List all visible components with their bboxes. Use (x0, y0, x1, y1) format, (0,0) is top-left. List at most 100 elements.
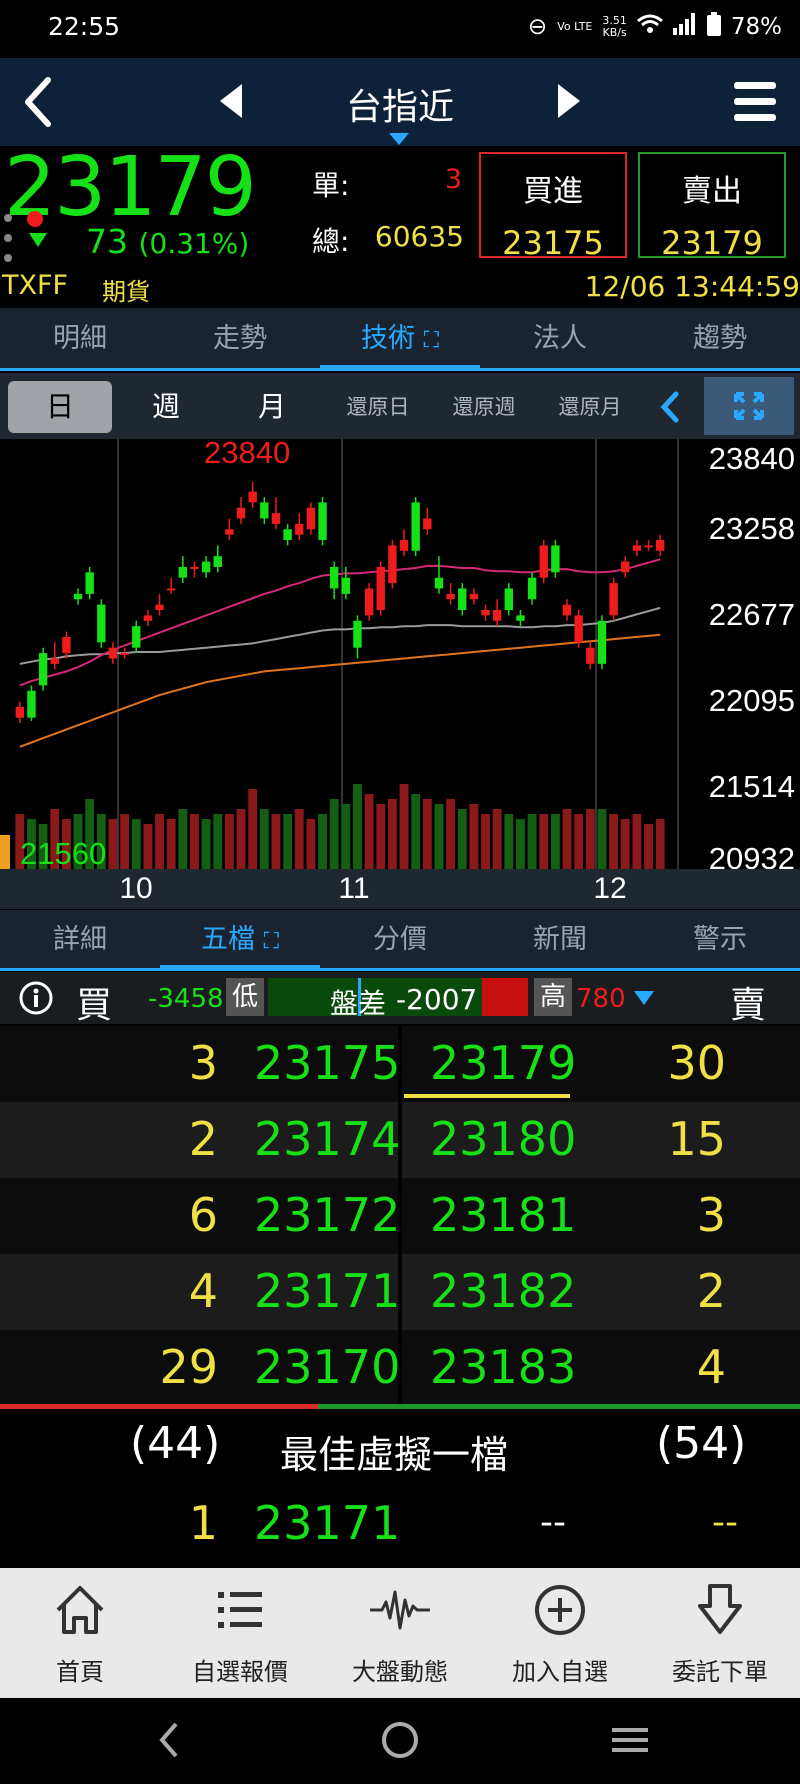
net-speed-unit: KB/s (602, 26, 627, 39)
candle-body (411, 502, 420, 551)
info-icon[interactable] (18, 980, 54, 1020)
candle-body (295, 523, 304, 535)
period-restored-month[interactable]: 還原月 (538, 381, 642, 433)
bid-price: 23172 (254, 1188, 401, 1242)
candle-body (143, 615, 153, 621)
wifi-icon (636, 14, 663, 40)
totals-row: (44) 最佳虛擬一檔 (54) (0, 1410, 800, 1482)
quote-datetime: 12/06 13:44:59 (584, 270, 800, 303)
tab-technical[interactable]: 技術 ⛶ (320, 308, 480, 370)
volume-bar (574, 814, 584, 869)
tab-info[interactable]: 詳細 (0, 910, 160, 970)
down-arrow-icon (29, 232, 47, 251)
menu-button[interactable] (734, 80, 776, 128)
buy-button[interactable]: 買進 23175 (479, 152, 627, 262)
candle-body (329, 566, 339, 589)
candle-body (551, 545, 560, 573)
tab-tendency[interactable]: 趨勢 (640, 308, 800, 370)
change-value: 73 (86, 222, 128, 261)
tab-institutional[interactable]: 法人 (480, 308, 640, 370)
volume-bar (364, 794, 374, 869)
volume-bar (469, 804, 479, 869)
tab-detail[interactable]: 明細 (0, 308, 160, 370)
sell-side-label: 賣 (730, 985, 767, 1026)
volume-bar (318, 814, 327, 869)
total-label: 總: (312, 225, 350, 258)
candle-body (609, 583, 618, 616)
tab-news[interactable]: 新聞 (480, 910, 640, 970)
virtual-sell-qty: -- (712, 1502, 738, 1543)
nav-add-watch-label: 加入自選 (512, 1658, 608, 1686)
tab-trend[interactable]: 走勢 (160, 308, 320, 370)
volume-bar (492, 809, 502, 869)
bid-qty: 6 (188, 1188, 218, 1242)
candle-body (341, 577, 351, 594)
tab-five-levels[interactable]: 五檔 ⛶ (160, 910, 320, 970)
nav-watchlist-label: 自選報價 (192, 1658, 288, 1686)
fullscreen-button[interactable] (704, 377, 794, 435)
candle-body (318, 502, 327, 541)
sell-label: 賣出 (682, 174, 742, 209)
period-day[interactable]: 日 (8, 381, 112, 433)
nav-home[interactable]: 首頁 (0, 1568, 160, 1698)
candle-body (621, 561, 630, 573)
nav-add-watch[interactable]: 加入自選 (480, 1568, 640, 1698)
period-restored-week[interactable]: 還原週 (432, 381, 536, 433)
candle-body (353, 620, 362, 648)
period-scroll-left-icon[interactable] (660, 391, 680, 427)
candle-body (481, 610, 490, 616)
price-chart[interactable]: 23840 23258 22677 22095 21514 20932 23840 21560… (0, 435, 800, 909)
sell-button[interactable]: 賣出 23179 (638, 152, 786, 262)
price-axis-label: 23258 (709, 511, 795, 546)
x-axis-label: 11 (338, 872, 369, 905)
system-back-icon[interactable] (154, 1720, 184, 1764)
volume-bar (399, 784, 409, 869)
period-restored-day[interactable]: 還原日 (326, 381, 430, 433)
back-button[interactable] (20, 76, 56, 132)
expand-icon: ⛶ (263, 929, 279, 954)
system-recents-icon[interactable] (610, 1724, 650, 1760)
bid-qty: 29 (159, 1340, 218, 1394)
up-dot-icon (26, 210, 44, 232)
add-circle-icon (480, 1582, 640, 1652)
list-icon (160, 1582, 320, 1652)
tab-alerts[interactable]: 警示 (640, 910, 800, 970)
candlestick-chart: 2384023258226772209521514209322384021560… (0, 435, 800, 909)
system-home-icon[interactable] (380, 1720, 420, 1764)
next-contract-button[interactable] (556, 82, 582, 124)
spread-bar-up (482, 978, 528, 1016)
candle-body (97, 604, 106, 643)
candle-body (423, 518, 432, 530)
candle-body (562, 604, 572, 616)
volume-bar (236, 809, 246, 869)
period-month[interactable]: 月 (220, 381, 324, 433)
volume-bar (376, 804, 386, 869)
nav-watchlist[interactable]: 自選報價 (160, 1568, 320, 1698)
price-axis-label: 23840 (709, 441, 795, 476)
volume-bar (609, 814, 619, 869)
volume-bar (434, 804, 444, 869)
quote-panel: 23179 73 (0.31%) 單: 3 總: 60635 買進 23175 … (0, 140, 800, 308)
page-title[interactable]: 台指近 (300, 78, 500, 130)
nav-order-label: 委託下單 (672, 1658, 768, 1686)
nav-market[interactable]: 大盤動態 (320, 1568, 480, 1698)
prev-contract-button[interactable] (218, 82, 244, 124)
tab-price-volume[interactable]: 分價 (320, 910, 480, 970)
volume-bar (294, 809, 304, 869)
single-label: 單: (312, 169, 350, 202)
high-label: 高 (534, 978, 572, 1016)
volume-bar (248, 789, 258, 869)
candle-body (655, 540, 665, 551)
candle-body (434, 577, 444, 589)
volume-bar (539, 814, 549, 869)
volume-bar (457, 809, 467, 869)
sort-down-icon[interactable] (634, 990, 654, 1009)
period-week[interactable]: 週 (114, 381, 218, 433)
volume-bar (516, 819, 525, 869)
candle-body (50, 658, 59, 664)
high-marker-label: 23840 (204, 439, 290, 470)
candle-body (458, 588, 467, 611)
signal-icon (672, 13, 697, 41)
nav-order[interactable]: 委託下單 (640, 1568, 800, 1698)
volume-bar (387, 799, 397, 869)
